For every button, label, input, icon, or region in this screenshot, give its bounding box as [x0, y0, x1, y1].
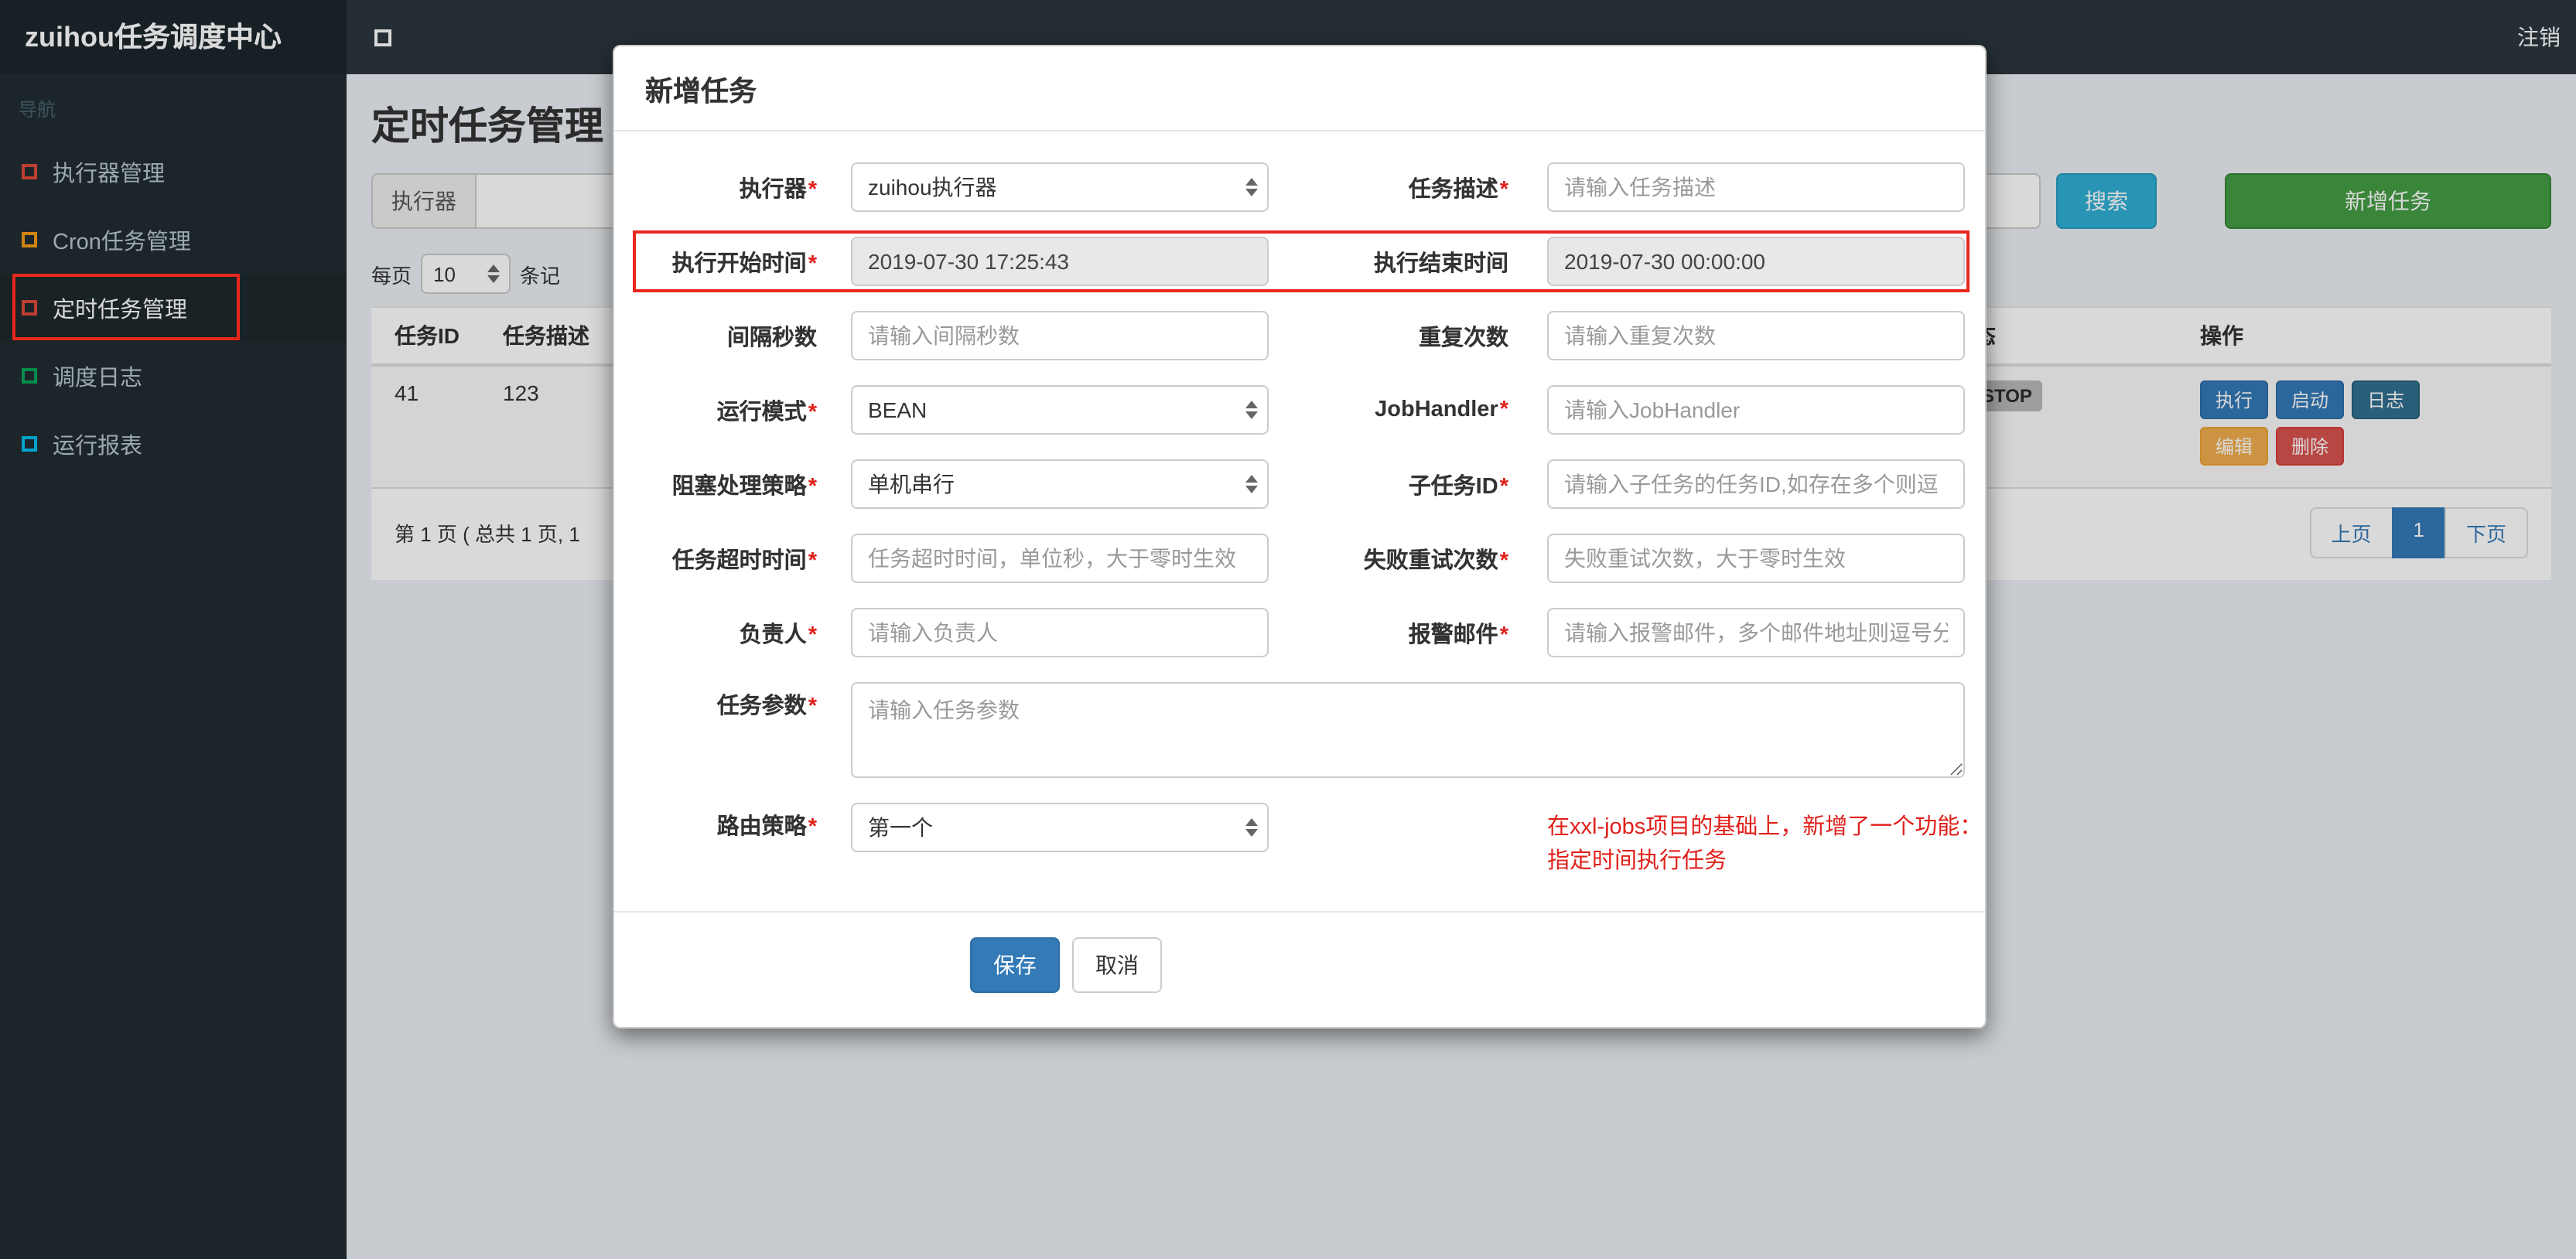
- interval-input[interactable]: [851, 311, 1269, 360]
- form-row-timeout: 任务超时时间* 失败重试次数*: [614, 534, 1985, 583]
- executor-select[interactable]: zuihou执行器: [851, 162, 1269, 212]
- end-time-label: 执行结束时间: [1374, 251, 1508, 276]
- run-mode-label: 运行模式 *: [716, 400, 817, 425]
- timeout-label: 任务超时时间 *: [671, 548, 817, 573]
- executor-label: 执行器 *: [739, 177, 817, 202]
- modal-title: 新增任务: [645, 76, 757, 107]
- feature-note-line1: 在xxl-jobs项目的基础上，新增了一个功能：: [1547, 815, 1983, 840]
- repeat-input[interactable]: [1547, 311, 1965, 360]
- add-task-modal: 新增任务 执行器* zuihou执行器 任务描述* 执行开始时间* 执行结束时间: [613, 45, 1987, 1029]
- job-handler-label: JobHandler *: [1375, 397, 1508, 422]
- route-strategy-label: 路由策略 *: [716, 815, 817, 840]
- feature-note-line2: 指定时间执行任务: [1547, 849, 1727, 875]
- start-time-label: 执行开始时间 *: [671, 251, 817, 276]
- form-row-datetime: 执行开始时间* 执行结束时间: [614, 230, 1985, 292]
- form-row-job-param: 任务参数 *: [614, 682, 1985, 778]
- repeat-label: 重复次数: [1419, 326, 1508, 350]
- form-row-executor: 执行器 * zuihou执行器 任务描述 *: [614, 162, 1985, 212]
- end-time-input[interactable]: [1547, 237, 1965, 286]
- run-mode-select[interactable]: BEAN: [851, 385, 1269, 435]
- child-job-label: 子任务ID *: [1408, 474, 1508, 499]
- start-time-input[interactable]: [851, 237, 1269, 286]
- modal-footer: 保存 取消: [614, 910, 1985, 1027]
- modal-header: 新增任务: [614, 46, 1985, 131]
- interval-label: 间隔秒数: [727, 326, 817, 350]
- executor-select-wrap: zuihou执行器: [851, 162, 1269, 212]
- owner-label: 负责人 *: [739, 623, 817, 647]
- feature-note: 在xxl-jobs项目的基础上，新增了一个功能： 指定时间执行任务: [1547, 803, 1985, 880]
- timeout-input[interactable]: [851, 534, 1269, 583]
- route-strategy-select[interactable]: 第一个: [851, 803, 1269, 852]
- form-row-block-strategy: 阻塞处理策略 * 单机串行 子任务ID *: [614, 459, 1985, 509]
- job-handler-input[interactable]: [1547, 385, 1965, 435]
- form-row-interval: 间隔秒数 重复次数: [614, 311, 1985, 360]
- alarm-email-input[interactable]: [1547, 608, 1965, 657]
- task-desc-input[interactable]: [1547, 162, 1965, 212]
- task-desc-label: 任务描述 *: [1408, 177, 1508, 202]
- run-mode-select-wrap: BEAN: [851, 385, 1269, 435]
- block-strategy-select[interactable]: 单机串行: [851, 459, 1269, 509]
- save-button[interactable]: 保存: [970, 937, 1060, 993]
- retry-input[interactable]: [1547, 534, 1965, 583]
- child-job-input[interactable]: [1547, 459, 1965, 509]
- form-row-route-strategy: 路由策略 * 第一个 在xxl-jobs项目的基础上，新增了一个功能： 指定时间执…: [614, 803, 1985, 880]
- alarm-email-label: 报警邮件 *: [1408, 623, 1508, 647]
- owner-input[interactable]: [851, 608, 1269, 657]
- app-root: zuihou任务调度中心 注销 导航 执行器管理 Cron任务管理 定时任务管理…: [0, 0, 2576, 1259]
- cancel-button[interactable]: 取消: [1072, 937, 1162, 993]
- retry-label: 失败重试次数 *: [1363, 548, 1508, 573]
- modal-body: 执行器* zuihou执行器 任务描述* 执行开始时间* 执行结束时间 间隔秒数…: [614, 131, 1985, 911]
- form-row-runmode: 运行模式 * BEAN JobHandler *: [614, 385, 1985, 435]
- route-strategy-select-wrap: 第一个: [851, 803, 1269, 852]
- job-param-label: 任务参数 *: [716, 694, 817, 719]
- form-row-owner: 负责人* 报警邮件*: [614, 608, 1985, 657]
- block-strategy-select-wrap: 单机串行: [851, 459, 1269, 509]
- job-param-textarea[interactable]: [851, 682, 1965, 778]
- block-strategy-label: 阻塞处理策略 *: [671, 474, 817, 499]
